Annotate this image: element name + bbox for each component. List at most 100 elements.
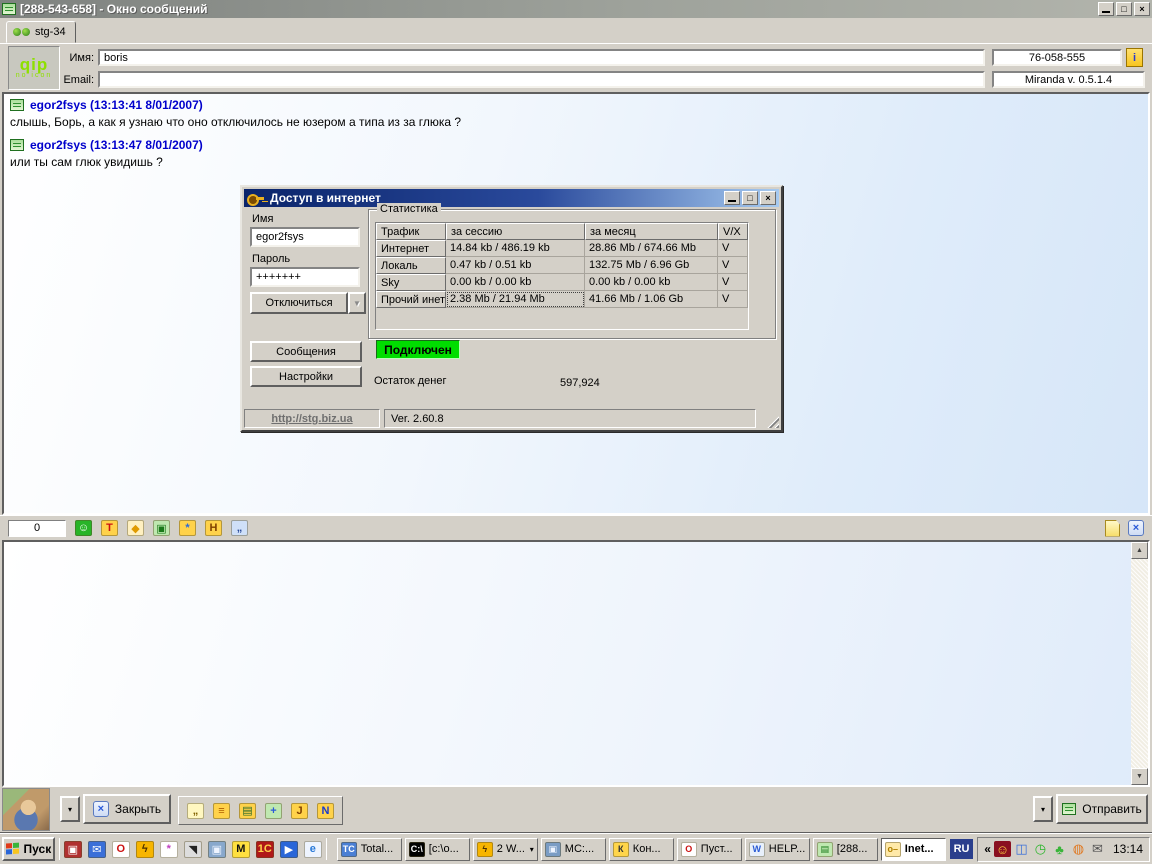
smiley-icon[interactable]: ☺ (75, 520, 92, 536)
disconnect-dropdown-arrow[interactable]: ▼ (348, 292, 366, 314)
dialog-close-button[interactable]: × (760, 191, 776, 205)
task-button-inet[interactable]: o– Inet... (881, 838, 946, 861)
console-icon: К (613, 842, 629, 857)
contact-email-field[interactable] (98, 71, 985, 88)
col-vx[interactable]: V/X (718, 223, 748, 240)
color-icon[interactable]: ◆ (127, 520, 144, 536)
close-button[interactable]: × (1134, 2, 1150, 16)
window-select-icon[interactable]: ▤ (239, 803, 256, 819)
contact-name-field[interactable] (98, 49, 985, 66)
mail-clock-icon[interactable]: ✉ (1089, 841, 1106, 857)
contact-avatar[interactable]: qip no icon (8, 46, 60, 90)
col-month[interactable]: за месяц (585, 223, 718, 240)
notes-icon[interactable]: N (317, 803, 334, 819)
task-button-mc[interactable]: ▣ MC:... (541, 838, 606, 861)
start-button[interactable]: Пуск (2, 837, 55, 861)
col-traffic[interactable]: Трафик (376, 223, 446, 240)
user-details-icon[interactable]: i (1126, 48, 1143, 67)
wrench-icon[interactable]: + (265, 803, 282, 819)
settings-button[interactable]: Настройки (250, 366, 362, 387)
network-icon[interactable]: ◫ (1013, 841, 1030, 857)
traffic-row-label[interactable]: Интернет (376, 240, 446, 257)
tab-stg-34[interactable]: stg-34 (6, 21, 76, 43)
new-note-icon[interactable] (1105, 520, 1120, 537)
task-group-arrow: ▾ (530, 845, 534, 854)
password-label: Пароль (252, 253, 290, 265)
tray-expand-chevron[interactable]: « (984, 842, 991, 856)
stg-link[interactable]: http://stg.biz.ua (271, 413, 352, 425)
task-button-help-doc[interactable]: W HELP... (745, 838, 810, 861)
dialog-maximize-button[interactable]: □ (742, 191, 758, 205)
language-indicator[interactable]: RU (950, 839, 973, 859)
resize-grip[interactable] (766, 415, 779, 428)
restore-button[interactable]: □ (1116, 2, 1132, 16)
login-field[interactable] (250, 227, 360, 247)
desktop: [288-543-658] - Окно сообщений □ × stg-3… (0, 0, 1152, 864)
snowflake-icon[interactable]: * (179, 520, 196, 536)
scroll-down-button[interactable]: ▼ (1131, 768, 1148, 785)
task-button-total-commander[interactable]: TC Total... (337, 838, 402, 861)
winamp-icon[interactable]: ϟ (136, 841, 154, 858)
tray-icons: ☺ ◫ ◷ ♣ ◍ ✉ (994, 841, 1106, 857)
history-icon[interactable]: H (205, 520, 222, 536)
quote-icon[interactable]: „ (231, 520, 248, 536)
user-avatar[interactable] (2, 788, 50, 831)
traffic-row-label[interactable]: Прочий инет (376, 291, 446, 308)
qip-clover-icon[interactable]: ♣ (1051, 841, 1068, 857)
history-icon[interactable]: J (291, 803, 308, 819)
send-button[interactable]: Отправить (1056, 794, 1148, 824)
cmd-icon: C:\ (409, 842, 425, 857)
task-button-opera[interactable]: O Пуст... (677, 838, 742, 861)
month-value: 132.75 Mb / 6.96 Gb (585, 257, 718, 274)
quick-launch-bar: ▣ ✉ O ϟ * ◥ ▣ M 1С ▶ e (64, 841, 322, 858)
disconnect-button[interactable]: Отключиться (250, 292, 348, 314)
key-icon (247, 193, 265, 204)
task-button-cmd[interactable]: C:\ [c:\o... (405, 838, 470, 861)
opera-icon[interactable]: O (112, 841, 130, 858)
floppy-icon[interactable]: ▣ (64, 841, 82, 858)
batman-icon[interactable]: M (232, 841, 250, 858)
quote-icon[interactable]: „ (187, 803, 204, 819)
task-label: Кон... (633, 843, 670, 855)
close-window-button[interactable]: × Закрыть (83, 794, 171, 824)
ie-icon[interactable]: e (304, 841, 322, 858)
check-value: V (718, 274, 748, 291)
input-toolbar: 0 ☺ T ◆ ▣ * H „ × (0, 515, 1152, 540)
message-author-timestamp: egor2fsys (13:13:41 8/01/2007) (30, 98, 203, 112)
task-button-winamp-group[interactable]: ϟ 2 W... ▾ (473, 838, 538, 861)
icq-icon[interactable]: ☺ (994, 841, 1011, 857)
contact-uin-field[interactable] (992, 49, 1122, 66)
computer-icon[interactable]: ▣ (208, 841, 226, 858)
task-label: Total... (361, 843, 398, 855)
template-icon[interactable]: ≡ (213, 803, 230, 819)
totalcmd-icon: TC (341, 842, 357, 857)
1c-icon[interactable]: 1С (256, 841, 274, 858)
window-title: [288-543-658] - Окно сообщений (20, 2, 1094, 16)
save-icon[interactable]: ▣ (153, 520, 170, 536)
close-menu-arrow[interactable]: ▾ (60, 796, 80, 822)
password-field[interactable] (250, 267, 360, 287)
send-menu-arrow[interactable]: ▾ (1033, 796, 1053, 822)
messages-button[interactable]: Сообщения (250, 341, 362, 362)
minimize-button[interactable] (1098, 2, 1114, 16)
font-icon[interactable]: T (101, 520, 118, 536)
mail-icon[interactable]: ✉ (88, 841, 106, 858)
dialog-minimize-button[interactable] (724, 191, 740, 205)
task-button-miranda[interactable]: ▤ [288... (813, 838, 878, 861)
traffic-table: Трафик за сессию за месяц V/X Интернет 1… (375, 222, 749, 330)
message-input[interactable]: ▲ ▼ (2, 540, 1150, 787)
telescope-icon[interactable]: ◥ (184, 841, 202, 858)
traffic-row-label[interactable]: Sky (376, 274, 446, 291)
scroll-up-button[interactable]: ▲ (1131, 542, 1148, 559)
colors-icon[interactable]: * (160, 841, 178, 858)
close-input-icon[interactable]: × (1128, 520, 1144, 536)
task-button-console[interactable]: К Кон... (609, 838, 674, 861)
clock-icon[interactable]: ◷ (1032, 841, 1049, 857)
col-session[interactable]: за сессию (446, 223, 585, 240)
globe-icon[interactable]: ◍ (1070, 841, 1087, 857)
input-scrollbar[interactable]: ▲ ▼ (1131, 542, 1148, 785)
media-player-icon[interactable]: ▶ (280, 841, 298, 858)
window-icon[interactable] (2, 3, 16, 15)
client-version-field[interactable] (992, 71, 1145, 88)
traffic-row-label[interactable]: Локаль (376, 257, 446, 274)
